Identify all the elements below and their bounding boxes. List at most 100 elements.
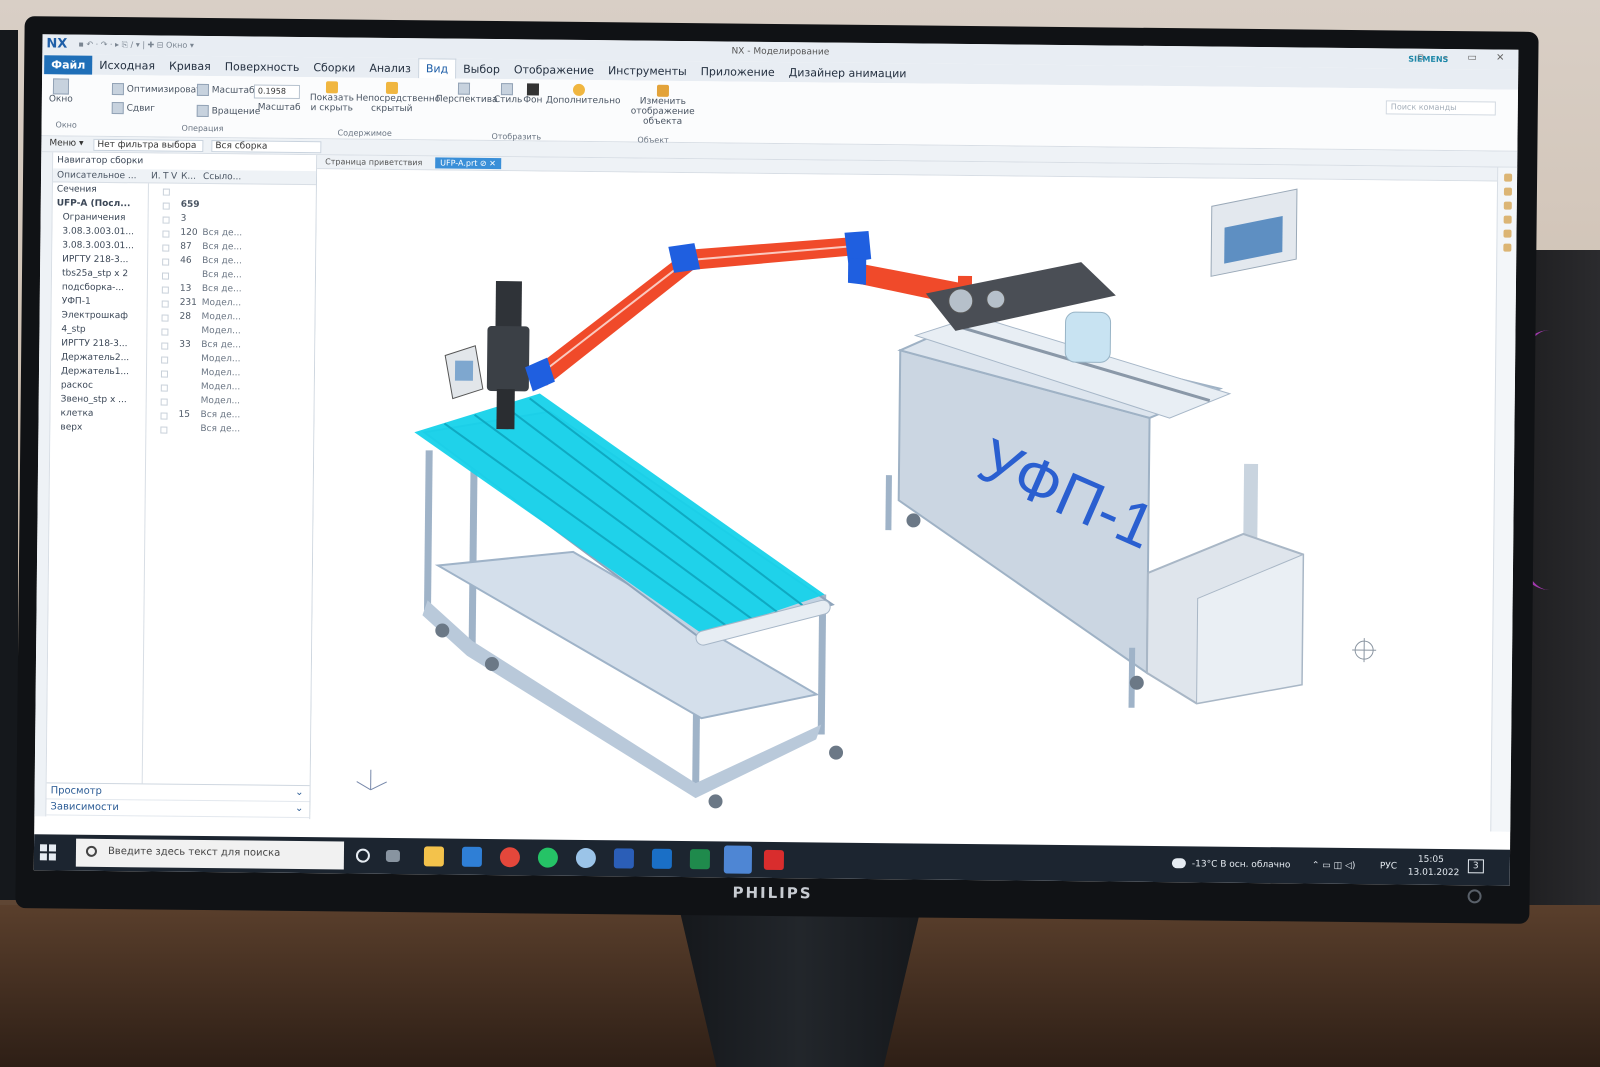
col-i[interactable]: И. (151, 171, 161, 181)
tool-icon[interactable] (1502, 243, 1511, 252)
word-icon[interactable] (613, 848, 635, 869)
tree-node[interactable]: верх Вся де... (50, 422, 313, 439)
group-content-label: Содержимое (337, 128, 392, 138)
autocad-icon[interactable] (763, 849, 785, 871)
tray-icons[interactable]: ⌃ ▭ ◫ ◁) (1312, 861, 1356, 871)
mail-icon[interactable] (461, 846, 483, 867)
weather-text[interactable]: -13°C В осн. облачно (1192, 859, 1291, 870)
tool-icon[interactable] (1503, 187, 1512, 196)
visibility-checkbox[interactable] (162, 216, 170, 224)
visibility-checkbox[interactable] (160, 370, 169, 378)
graphics-window[interactable]: УФП-1 (310, 169, 1498, 832)
reference-set: Вся де... (200, 409, 241, 421)
tree-node-label: Держатель2... (61, 352, 130, 364)
tab-file[interactable]: Файл (44, 55, 93, 75)
work-table[interactable] (410, 392, 846, 810)
reference-set: Модел... (201, 353, 241, 365)
tool-icon[interactable] (1502, 229, 1512, 238)
visibility-checkbox[interactable] (162, 244, 170, 252)
tab-tools[interactable]: Инструменты (601, 61, 694, 81)
visibility-checkbox[interactable] (161, 286, 169, 294)
col-name[interactable]: Описательное ... (57, 170, 137, 181)
window-button[interactable]: Окно (46, 78, 76, 105)
immediate-hide-button[interactable]: Непосредственно скрытый (356, 81, 440, 115)
visibility-checkbox[interactable] (161, 342, 169, 350)
visibility-checkbox[interactable] (160, 384, 168, 392)
scope-dropdown[interactable]: Вся сборка (211, 140, 322, 154)
tab-view[interactable]: Вид (417, 58, 457, 79)
edit-display-button[interactable]: Изменить отображение объекта (616, 84, 710, 127)
tab-analysis[interactable]: Анализ (362, 59, 418, 79)
ufp-1-machine[interactable]: УФП-1 (885, 185, 1307, 710)
col-t[interactable]: Т (163, 172, 169, 182)
clock-time[interactable]: 15:05 (1418, 855, 1444, 865)
dependencies-panel-toggle[interactable]: Зависимости ⌄ (46, 799, 310, 819)
tree-node-label: 3.08.3.003.01... (62, 240, 134, 252)
tab-surface[interactable]: Поверхность (218, 57, 307, 77)
excel-icon[interactable] (689, 849, 711, 870)
visibility-checkbox[interactable] (161, 300, 169, 308)
visibility-checkbox[interactable] (162, 258, 170, 266)
visibility-checkbox[interactable] (160, 412, 168, 420)
visibility-checkbox[interactable] (161, 314, 169, 322)
taskbar-search-input[interactable]: Введите здесь текст для поиска (75, 838, 345, 870)
tab-display[interactable]: Отображение (507, 60, 601, 80)
clock-date[interactable]: 13.01.2022 (1408, 868, 1460, 879)
tool-icon[interactable] (1503, 215, 1512, 224)
visibility-checkbox[interactable] (161, 272, 170, 280)
command-search-input[interactable]: Поиск команды (1385, 100, 1496, 116)
visibility-checkbox[interactable] (162, 202, 170, 210)
tab-home[interactable]: Исходная (92, 56, 162, 76)
tab-animation-designer[interactable]: Дизайнер анимации (782, 63, 914, 83)
visibility-checkbox[interactable] (160, 426, 168, 434)
visibility-checkbox[interactable] (160, 398, 168, 406)
language-indicator[interactable]: РУС (1380, 861, 1397, 871)
tab-ufp-a-part[interactable]: UFP-A.prt ⊘ ✕ (435, 157, 501, 170)
nx-taskbar-icon[interactable] (723, 845, 753, 874)
tool-icon[interactable] (1503, 201, 1512, 210)
zoom-input[interactable]: 0.1958 (253, 84, 301, 99)
reference-set: Вся де... (201, 283, 242, 295)
power-button-icon[interactable] (1467, 889, 1482, 904)
visibility-checkbox[interactable] (162, 188, 170, 196)
notification-center-icon[interactable]: 3 (1467, 859, 1484, 874)
outlook-icon[interactable] (651, 848, 673, 869)
start-button[interactable] (39, 844, 57, 861)
rotate-button[interactable]: Вращение (196, 104, 261, 118)
optimize-button[interactable]: Оптимизировать (111, 83, 207, 96)
reference-set: Модел... (201, 311, 241, 323)
show-hide-button[interactable]: Показать и скрыть (310, 81, 354, 114)
col-v[interactable]: V (171, 172, 177, 182)
style-button[interactable]: Стиль (494, 83, 522, 105)
app-icon[interactable] (575, 847, 597, 869)
more-button[interactable]: Дополнительно (546, 83, 621, 106)
background-button[interactable]: Фон (522, 83, 544, 106)
menu-button[interactable]: Меню ▾ (49, 138, 83, 148)
file-explorer-icon[interactable] (423, 846, 445, 867)
tab-curve[interactable]: Кривая (162, 57, 218, 77)
cortana-icon[interactable] (355, 848, 371, 863)
task-view-icon[interactable] (385, 849, 400, 863)
scale-button[interactable]: Масштаб (196, 83, 255, 97)
perspective-icon (457, 82, 471, 95)
col-k[interactable]: К... (181, 172, 196, 182)
perspective-button[interactable]: Перспектива (436, 82, 498, 105)
tool-icon[interactable] (1503, 173, 1512, 182)
pan-button[interactable]: Сдвиг (111, 102, 155, 115)
tab-assemblies[interactable]: Сборки (306, 58, 362, 78)
screen: NX ▪ ↶ · ↷ · ▸ ⎘ ∕ ▾ | ✚ ⊟ Окно ▾ NX - М… (33, 34, 1519, 886)
tree-node-label: ИРГТУ 218-3... (61, 338, 128, 350)
tab-selection[interactable]: Выбор (456, 60, 507, 80)
group-operation-label: Операция (181, 123, 224, 134)
tab-welcome-page[interactable]: Страница приветствия (321, 157, 426, 167)
visibility-checkbox[interactable] (161, 356, 169, 364)
whatsapp-icon[interactable] (537, 847, 559, 868)
visibility-checkbox[interactable] (162, 230, 170, 238)
pan-icon (111, 102, 124, 115)
selection-filter-dropdown[interactable]: Нет фильтра выбора (93, 138, 204, 152)
chrome-icon[interactable] (499, 847, 521, 868)
tab-application[interactable]: Приложение (694, 62, 782, 82)
col-ref[interactable]: Ссыло... (203, 172, 241, 182)
visibility-checkbox[interactable] (161, 328, 169, 336)
window-controls[interactable]: ▫ – ▭ ✕ (1417, 52, 1512, 64)
